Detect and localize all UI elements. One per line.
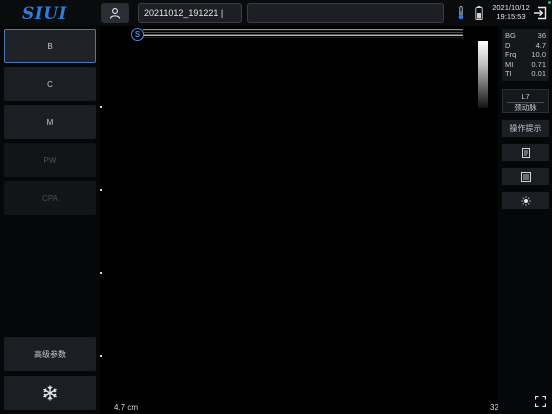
top-bar: SIUI 20211012_191221 | 2021/10/12 19:15:…: [0, 0, 552, 26]
status-s-badge: S: [131, 28, 144, 41]
param-name: D: [505, 40, 511, 50]
mode-pw-button[interactable]: PW: [4, 143, 96, 177]
depth-marker: [100, 355, 102, 357]
param-name: TI: [505, 69, 512, 78]
report-button[interactable]: [502, 144, 549, 161]
mode-m-button[interactable]: M: [4, 105, 96, 139]
param-row: Frq 10.0: [505, 50, 546, 60]
param-name: BG: [505, 31, 516, 40]
thermometer-icon: [458, 6, 464, 20]
brightness-icon: [520, 195, 531, 206]
list-icon: [520, 171, 531, 182]
worklist-button[interactable]: [502, 168, 549, 185]
datetime: 2021/10/12 19:15:53: [492, 3, 530, 21]
param-value: 0.01: [531, 69, 546, 78]
mode-panel: B C M PW CPA 高级参数: [0, 26, 100, 414]
patient-info-field[interactable]: [247, 3, 444, 23]
param-row: BG 36: [505, 31, 546, 41]
patient-button[interactable]: [101, 3, 129, 23]
mode-c-button[interactable]: C: [4, 67, 96, 101]
param-name: MI: [505, 59, 514, 69]
report-icon: [521, 147, 530, 158]
siui-logo: SIUI: [22, 4, 68, 24]
right-panel: BG 36 D 4.7 Frq 10.0 MI 0.71 TI 0.01 L7 颈动脉 操…: [498, 26, 552, 414]
exit-icon[interactable]: [533, 6, 547, 20]
mode-cpa-button[interactable]: CPA: [4, 181, 96, 215]
time-text: 19:15:53: [496, 12, 526, 21]
depth-marker: [100, 272, 102, 274]
near-field-echo: [143, 29, 463, 38]
depth-label: 4.7 cm: [114, 403, 139, 412]
param-row: TI 0.01: [505, 69, 546, 79]
date-text: 2021/10/12: [492, 3, 530, 12]
user-icon: [109, 8, 121, 19]
param-value: 36: [537, 31, 546, 40]
brightness-button[interactable]: [502, 192, 549, 209]
param-value: 0.71: [531, 59, 546, 69]
advanced-params-button[interactable]: 高级参数: [4, 337, 96, 371]
preset-name: 颈动脉: [514, 103, 537, 112]
param-name: Frq: [505, 50, 517, 59]
probe-preset-selector[interactable]: L7 颈动脉: [502, 89, 549, 113]
grayscale-bar: [478, 41, 488, 108]
patient-id-field[interactable]: 20211012_191221 |: [138, 3, 242, 23]
status-indicator: [548, 1, 551, 4]
param-value: 4.7: [535, 40, 546, 50]
mode-b-button[interactable]: B: [4, 29, 96, 63]
probe-name: L7: [521, 92, 530, 101]
depth-marker: [100, 189, 102, 191]
parameter-readout: BG 36 D 4.7 Frq 10.0 MI 0.71 TI 0.01: [502, 29, 549, 81]
freeze-button[interactable]: [4, 376, 96, 410]
snowflake-icon: [43, 385, 57, 401]
battery-icon: [475, 6, 483, 20]
param-row: MI 0.71: [505, 60, 546, 70]
fullscreen-icon[interactable]: [535, 396, 546, 407]
param-value: 10.0: [531, 50, 546, 59]
depth-marker: [100, 106, 102, 108]
param-row: D 4.7: [505, 41, 546, 51]
operation-hint-button[interactable]: 操作提示: [502, 120, 549, 137]
ultrasound-image-area[interactable]: S 4.7 cm 32: [100, 26, 499, 414]
